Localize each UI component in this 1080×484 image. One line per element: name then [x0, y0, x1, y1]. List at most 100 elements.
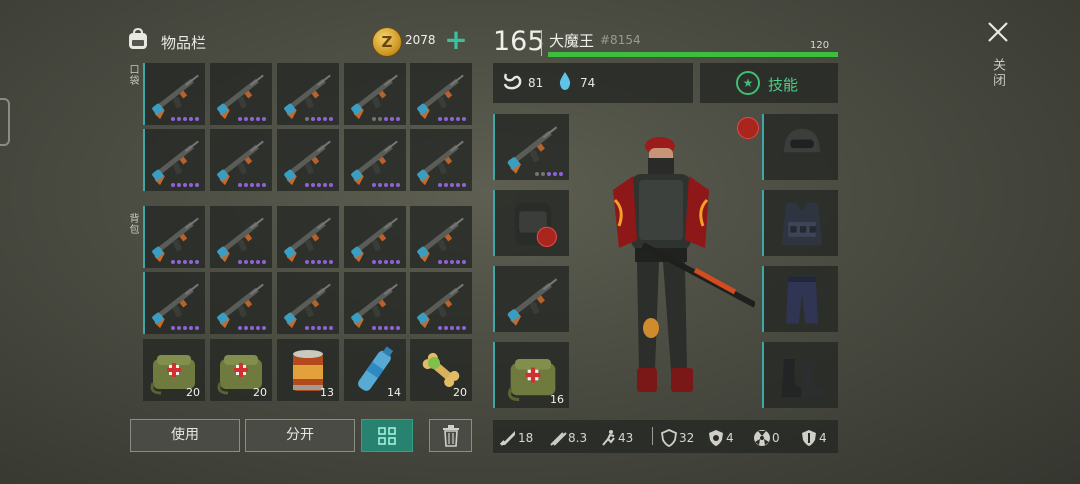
rifle-icon — [417, 140, 464, 186]
durability-dots — [410, 260, 466, 264]
rifle-icon — [351, 217, 398, 263]
pocket-slot[interactable] — [277, 129, 339, 191]
rifle-icon — [507, 278, 558, 326]
backpack-slot[interactable]: 20 — [210, 339, 272, 401]
backpack-slot[interactable]: 14 — [344, 339, 406, 401]
durability-dots — [495, 172, 563, 176]
durability-dots — [277, 260, 333, 264]
quick-item-slot[interactable]: 16 — [493, 342, 569, 408]
helmet-icon — [781, 128, 823, 158]
stat-value: 4 — [819, 430, 827, 445]
stomach-icon — [503, 73, 522, 90]
pocket-slot[interactable] — [277, 63, 339, 125]
split-button[interactable]: 分开 — [245, 419, 355, 452]
backpack-slot[interactable] — [277, 272, 339, 334]
health-value: 120 — [810, 40, 830, 51]
stat-value: 43 — [618, 430, 634, 445]
rifle-icon — [417, 217, 464, 263]
boots-slot[interactable] — [762, 342, 838, 408]
level-divider — [541, 30, 542, 56]
rifle-icon — [351, 74, 398, 120]
rifle-icon — [284, 140, 331, 186]
backpack-slot[interactable] — [344, 272, 406, 334]
backpack-slot[interactable]: 20 — [143, 339, 205, 401]
stat-damage: 8.3 — [549, 429, 587, 447]
health-bar-fill — [548, 52, 838, 57]
backpack-slot[interactable] — [210, 272, 272, 334]
grid-icon — [378, 427, 396, 445]
armor-icon — [661, 429, 677, 447]
pocket-slot[interactable] — [410, 129, 472, 191]
stat-value: 0 — [772, 430, 780, 445]
rifle-icon — [152, 74, 199, 120]
close-label[interactable]: 关闭 — [988, 58, 1007, 88]
backpack-slot[interactable] — [410, 272, 472, 334]
side-panel-tab[interactable] — [0, 98, 10, 146]
use-button[interactable]: 使用 — [130, 419, 240, 452]
armor-slot[interactable] — [762, 190, 838, 256]
pocket-slot[interactable] — [410, 63, 472, 125]
durability-dots — [145, 326, 199, 330]
add-coins-button[interactable]: + — [444, 25, 468, 55]
item-count: 13 — [320, 386, 334, 399]
trash-button[interactable] — [429, 419, 472, 452]
durability-dots — [145, 260, 199, 264]
pocket-section-label: 口袋 — [127, 64, 138, 86]
item-count: 20 — [253, 386, 267, 399]
backpack-slot[interactable] — [143, 272, 205, 334]
stat-bio: 4 — [707, 429, 734, 447]
player-name: 大魔王 — [549, 32, 595, 50]
rifle-icon — [217, 74, 264, 120]
player-level: 165 — [493, 26, 545, 57]
stat-value: 8.3 — [568, 430, 588, 445]
melee-icon — [499, 431, 515, 446]
sort-grid-button[interactable] — [361, 419, 413, 452]
backpack-icon — [514, 202, 557, 247]
durability-dots — [410, 183, 466, 187]
faction-badge-icon[interactable] — [737, 117, 759, 139]
player-character — [613, 137, 755, 392]
pocket-slot[interactable] — [143, 63, 205, 125]
close-icon[interactable] — [986, 20, 1010, 44]
water-value: 74 — [580, 76, 596, 90]
stat-value: 4 — [726, 430, 734, 445]
durability-dots — [344, 260, 400, 264]
item-count: 16 — [550, 393, 564, 406]
helmet-slot[interactable] — [762, 114, 838, 180]
pocket-slot[interactable] — [210, 63, 272, 125]
stat-speed: 43 — [599, 429, 633, 447]
durability-dots — [145, 183, 199, 187]
pants-slot[interactable] — [762, 266, 838, 332]
backpack-slot-equipped[interactable] — [493, 190, 569, 256]
stat-value: 32 — [679, 430, 695, 445]
stat-shield: 4 — [800, 429, 827, 447]
water-drop-icon — [559, 72, 571, 90]
item-count: 20 — [186, 386, 200, 399]
backpack-slot[interactable] — [143, 206, 205, 268]
durability-dots — [210, 326, 266, 330]
pocket-slot[interactable] — [143, 129, 205, 191]
backpack-slot[interactable] — [410, 206, 472, 268]
pocket-slot[interactable] — [344, 129, 406, 191]
backpack-slot[interactable] — [277, 206, 339, 268]
shield-icon — [802, 430, 816, 446]
primary-weapon-slot[interactable] — [493, 114, 569, 180]
pants-icon — [786, 276, 818, 324]
rifle-icon — [417, 283, 464, 329]
stat-value: 18 — [518, 430, 534, 445]
rifle-icon — [152, 283, 199, 329]
stat-radiation: 0 — [753, 429, 780, 447]
backpack-slot[interactable]: 20 — [410, 339, 472, 401]
pocket-slot[interactable] — [210, 129, 272, 191]
secondary-weapon-slot[interactable] — [493, 266, 569, 332]
skills-label: 技能 — [768, 76, 799, 94]
rifle-icon — [507, 126, 558, 174]
durability-dots — [410, 117, 466, 121]
pocket-slot[interactable] — [344, 63, 406, 125]
backpack-slot[interactable] — [210, 206, 272, 268]
rifle-icon — [217, 283, 264, 329]
player-id: #8154 — [600, 33, 641, 47]
bio-icon — [709, 430, 723, 446]
backpack-slot[interactable] — [344, 206, 406, 268]
backpack-slot[interactable]: 13 — [277, 339, 339, 401]
